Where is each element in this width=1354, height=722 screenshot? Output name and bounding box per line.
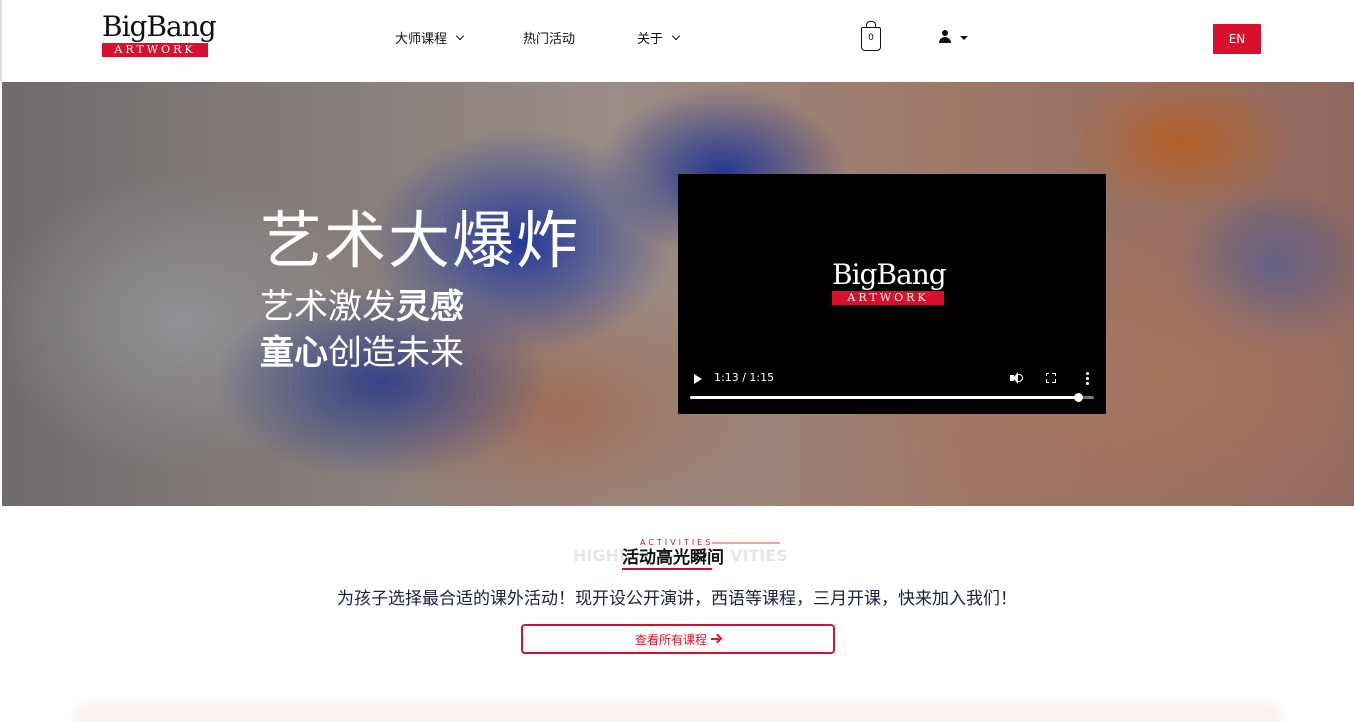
heading-bg-text-right: VITIES [730,546,788,565]
title-underline [622,568,712,570]
nav-item-label: 关于 [637,32,664,47]
hero-subtitle-bold: 灵感 [396,287,464,327]
title-accent-line [712,542,780,544]
hero-subtitle-normal: 艺术激发 [260,287,396,327]
fullscreen-icon[interactable] [1045,372,1056,383]
hero-subtitle-line-2: 童心创造未来 [260,331,464,375]
user-account-menu[interactable] [939,30,969,46]
video-player[interactable]: BigBang ARTWORK 1:13 / 1:15 [678,174,1106,414]
nav-item-about[interactable]: 关于 [637,28,681,47]
hero-subtitle-bold: 童心 [260,333,328,373]
video-progress-fill [690,396,1078,399]
heading-bg-text-left: HIGHL [573,546,630,565]
nav-item-master-courses[interactable]: 大师课程 [395,28,465,47]
hero-subtitle-line-1: 艺术激发灵感 [260,285,464,329]
video-logo-wordmark: BigBang [832,258,947,291]
chevron-down-icon [455,31,465,40]
video-time: 1:13 / 1:15 [714,371,775,384]
hero-subtitle-normal: 创造未来 [328,333,464,373]
video-poster-logo: BigBang ARTWORK [832,258,947,305]
video-progress-thumb[interactable] [1073,393,1083,402]
nav-item-label: 大师课程 [395,32,448,47]
hero-banner: 艺术大爆炸 艺术激发灵感 童心创造未来 BigBang ARTWORK 1:13… [2,82,1354,506]
logo-wordmark: BigBang [102,10,217,43]
nav-item-hot-events[interactable]: 热门活动 [523,28,575,47]
nav-item-label: 热门活动 [523,32,576,47]
brand-logo[interactable]: BigBang ARTWORK [102,10,217,57]
site-header: BigBang ARTWORK 大师课程 热门活动 关于 0 EN [0,0,1354,82]
user-icon [942,30,948,36]
button-label: 查看所有课程 [634,632,707,647]
arrow-right-icon [711,634,721,644]
user-icon-body [939,37,951,43]
view-all-courses-button[interactable]: 查看所有课程 [521,624,835,654]
section-title: 活动高光瞬间 [622,548,724,568]
video-progress-bar[interactable] [690,393,1094,402]
chevron-down-icon [671,31,681,40]
volume-icon[interactable] [1010,372,1023,384]
play-icon[interactable] [694,374,702,384]
language-toggle-button[interactable]: EN [1213,24,1261,54]
activities-heading: HIGHL VITIES ACTIVITIES 活动高光瞬间 [0,538,1354,572]
hero-title: 艺术大爆炸 [260,204,581,277]
volume-icon-wave [1018,374,1023,382]
content-card [78,706,1278,722]
cart-icon[interactable]: 0 [861,21,881,51]
caret-down-icon [960,36,968,40]
video-logo-band: ARTWORK [832,291,944,305]
logo-band: ARTWORK [102,43,208,57]
cart-count: 0 [868,33,874,43]
section-description: 为孩子选择最合适的课外活动！现开设公开演讲，西语等课程，三月开课，快来加入我们！ [337,589,1017,609]
more-options-icon[interactable] [1086,372,1089,385]
